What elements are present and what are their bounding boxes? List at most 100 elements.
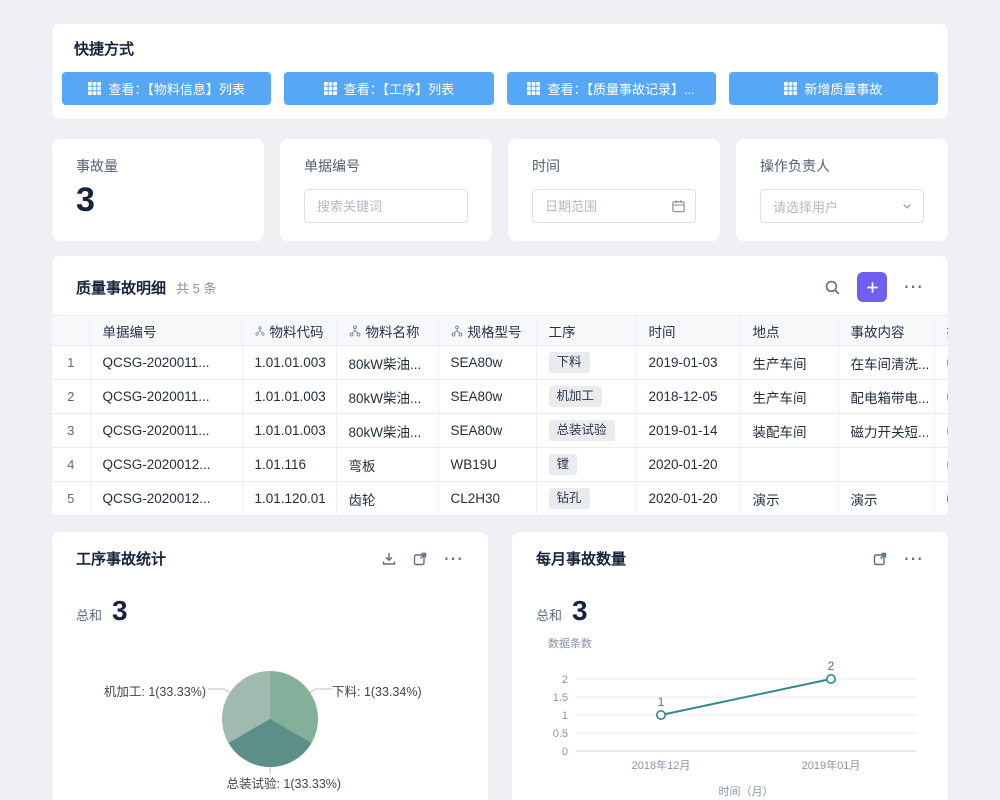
cell-content: 配电箱带电... [838, 380, 934, 414]
pie-card-title: 工序事故统计 [76, 548, 166, 569]
shortcut-button-0[interactable]: 查看：【物料信息】列表 [62, 72, 271, 105]
filter-label-doc-no: 单据编号 [304, 156, 468, 176]
process-tag: 下料 [549, 352, 590, 374]
column-header-date: 时间 [636, 316, 740, 346]
cell-code: 1.01.01.003 [242, 414, 336, 448]
svg-text:2: 2 [828, 659, 835, 673]
column-header-code: 物料代码 [242, 316, 336, 346]
cell-place: 装配车间 [740, 414, 838, 448]
operator-select[interactable]: 请选择用户 [760, 189, 924, 223]
column-header-name: 物料名称 [336, 316, 438, 346]
line-total-label: 总和 [536, 605, 562, 624]
column-header-spec: 规格型号 [438, 316, 536, 346]
stat-card-accidents: 事故量 3 [52, 139, 264, 241]
column-header-process: 工序 [536, 316, 636, 346]
accident-table: 单据编号物料代码物料名称规格型号工序时间地点事故内容操作负责人 1QCSG-20… [52, 315, 948, 516]
cell-doc: QCSG-2020011... [90, 414, 242, 448]
shortcut-button-label: 查看：【物料信息】列表 [108, 79, 245, 98]
charts-row: 工序事故统计 ⋯ 总和 3 [52, 532, 948, 800]
cell-doc: QCSG-2020012... [90, 482, 242, 516]
filter-card-doc-no: 单据编号 [280, 139, 492, 241]
plus-icon [865, 280, 880, 295]
add-record-button[interactable] [857, 272, 887, 302]
shortcut-button-label: 查看：【工序】列表 [344, 79, 455, 98]
cell-no: 3 [52, 414, 90, 448]
table-more-icon[interactable]: ⋯ [903, 282, 924, 292]
monthly-line-card: 每月事故数量 ⋯ 总和 3 数据条数00.511.5212018年12月2201… [512, 532, 948, 800]
pie-label-blanking: 下料: 1(33.34%) [332, 681, 422, 700]
cell-process: 镗 [536, 448, 636, 482]
pie-chart-area: 机加工: 1(33.33%) 下料: 1(33.34%) 总装试验: 1(33.… [76, 641, 464, 800]
process-pie-card: 工序事故统计 ⋯ 总和 3 [52, 532, 488, 800]
cell-code: 1.01.01.003 [242, 380, 336, 414]
table-row[interactable]: 4QCSG-2020012...1.01.116弯板WB19U镗2020-01-… [52, 448, 948, 482]
cell-content [838, 448, 934, 482]
column-header-doc: 单据编号 [90, 316, 242, 346]
download-icon[interactable] [381, 551, 397, 567]
cell-process: 钻孔 [536, 482, 636, 516]
table-header-row: 单据编号物料代码物料名称规格型号工序时间地点事故内容操作负责人 [52, 316, 948, 346]
table-row[interactable]: 3QCSG-2020011...1.01.01.00380kW柴油...SEA8… [52, 414, 948, 448]
cell-code: 1.01.120.01 [242, 482, 336, 516]
cell-date: 2019-01-14 [636, 414, 740, 448]
grid-icon [527, 82, 540, 95]
avatar [947, 386, 949, 408]
cell-spec: CL2H30 [438, 482, 536, 516]
svg-text:数据条数: 数据条数 [548, 636, 592, 650]
column-header-place: 地点 [740, 316, 838, 346]
cell-place: 演示 [740, 482, 838, 516]
table-row[interactable]: 5QCSG-2020012...1.01.120.01齿轮CL2H30钻孔202… [52, 482, 948, 516]
table-row[interactable]: 2QCSG-2020011...1.01.01.00380kW柴油...SEA8… [52, 380, 948, 414]
cell-avatar [934, 448, 948, 482]
svg-text:2: 2 [562, 674, 568, 686]
doc-no-search-input[interactable] [304, 189, 468, 223]
cell-code: 1.01.116 [242, 448, 336, 482]
cell-process: 机加工 [536, 380, 636, 414]
cell-place: 生产车间 [740, 346, 838, 380]
filter-label-time: 时间 [532, 156, 696, 176]
pie-card-more-icon[interactable]: ⋯ [443, 554, 464, 564]
cell-content: 在车间清洗... [838, 346, 934, 380]
cell-date: 2020-01-20 [636, 482, 740, 516]
shortcut-button-3[interactable]: 新增质量事故 [729, 72, 938, 105]
svg-text:1: 1 [658, 695, 665, 709]
cell-spec: SEA80w [438, 346, 536, 380]
cell-name: 弯板 [336, 448, 438, 482]
stat-value: 3 [76, 181, 240, 220]
stat-label: 事故量 [76, 156, 240, 176]
line-chart[interactable]: 数据条数00.511.5212018年12月22019年01月时间（月） [536, 633, 924, 800]
column-header-avatar: 操作负责人 [934, 316, 948, 346]
pie-chart[interactable] [222, 671, 318, 767]
cell-content: 磁力开关短... [838, 414, 934, 448]
cell-spec: WB19U [438, 448, 536, 482]
cell-date: 2018-12-05 [636, 380, 740, 414]
date-range-input[interactable] [532, 189, 696, 223]
cell-no: 2 [52, 380, 90, 414]
cell-place: 生产车间 [740, 380, 838, 414]
avatar [947, 420, 949, 442]
line-card-more-icon[interactable]: ⋯ [903, 554, 924, 564]
svg-text:0.5: 0.5 [553, 728, 568, 740]
open-in-new-icon[interactable] [872, 551, 888, 567]
linked-field-icon [349, 325, 361, 337]
shortcut-button-label: 查看：【质量事故记录】... [547, 79, 694, 98]
line-total-value: 3 [572, 597, 588, 625]
grid-icon [324, 82, 337, 95]
cell-avatar [934, 346, 948, 380]
shortcut-button-label: 新增质量事故 [804, 79, 882, 98]
operator-select-placeholder: 请选择用户 [773, 197, 838, 216]
search-icon[interactable] [824, 279, 841, 296]
shortcut-button-1[interactable]: 查看：【工序】列表 [284, 72, 493, 105]
svg-text:2019年01月: 2019年01月 [802, 758, 861, 772]
grid-icon [784, 82, 797, 95]
shortcuts-title: 快捷方式 [74, 38, 926, 59]
pie-label-assembly-test: 总装试验: 1(33.33%) [226, 773, 341, 792]
filter-card-time: 时间 [508, 139, 720, 241]
cell-name: 齿轮 [336, 482, 438, 516]
shortcut-button-2[interactable]: 查看：【质量事故记录】... [507, 72, 716, 105]
table-row[interactable]: 1QCSG-2020011...1.01.01.00380kW柴油...SEA8… [52, 346, 948, 380]
process-tag: 总装试验 [549, 420, 615, 442]
cell-avatar [934, 414, 948, 448]
open-in-new-icon[interactable] [412, 551, 428, 567]
pie-label-machining: 机加工: 1(33.33%) [104, 681, 206, 700]
